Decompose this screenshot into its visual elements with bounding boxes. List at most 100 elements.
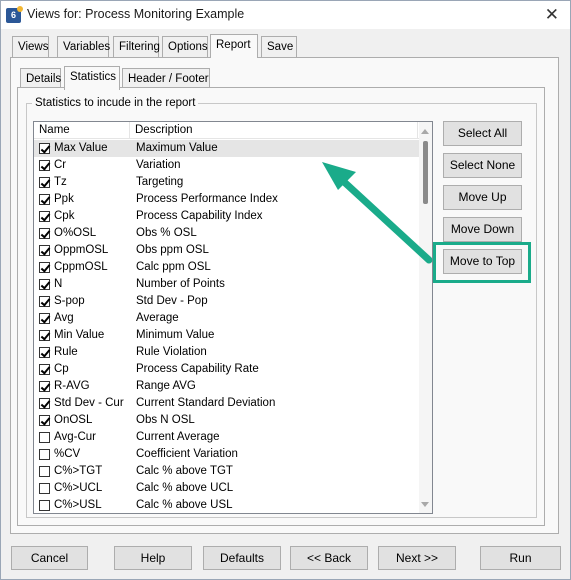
move-down-button[interactable]: Move Down [443,217,522,242]
row-checkbox[interactable] [39,432,50,443]
list-item[interactable]: Cp Process Capability Rate [34,361,419,378]
list-item[interactable]: Rule Rule Violation [34,344,419,361]
row-checkbox[interactable] [39,245,50,256]
tab-save[interactable]: Save [261,36,297,57]
row-checkbox[interactable] [39,330,50,341]
list-item[interactable]: R-AVG Range AVG [34,378,419,395]
column-header-description[interactable]: Description [130,122,418,139]
statistics-list[interactable]: Name Description Max Value Maximum Value C… [33,121,433,514]
row-checkbox[interactable] [39,177,50,188]
tab-header-footer[interactable]: Header / Footer [122,68,210,89]
list-item[interactable]: Ppk Process Performance Index [34,191,419,208]
list-item[interactable]: S-pop Std Dev - Pop [34,293,419,310]
row-checkbox[interactable] [39,228,50,239]
list-item[interactable]: %CV Coefficient Variation [34,446,419,463]
list-item[interactable]: N Number of Points [34,276,419,293]
row-checkbox[interactable] [39,279,50,290]
row-checkbox[interactable] [39,211,50,222]
row-name: Rule [54,346,78,358]
column-header-name[interactable]: Name [34,122,130,139]
row-description: Calc % above USL [136,499,233,511]
row-checkbox[interactable] [39,194,50,205]
app-logo-icon: 6 [6,6,23,23]
list-item[interactable]: Cpk Process Capability Index [34,208,419,225]
tab-report[interactable]: Report [210,34,258,58]
row-name: Tz [54,176,67,188]
run-button[interactable]: Run [480,546,561,570]
tab-statistics[interactable]: Statistics [64,66,120,90]
row-checkbox[interactable] [39,398,50,409]
list-item[interactable]: Cr Variation [34,157,419,174]
select-all-button[interactable]: Select All [443,121,522,146]
defaults-button[interactable]: Defaults [203,546,281,570]
list-item[interactable]: Min Value Minimum Value [34,327,419,344]
tab-variables[interactable]: Variables [57,36,110,57]
row-checkbox[interactable] [39,415,50,426]
row-checkbox[interactable] [39,364,50,375]
list-header: Name Description [34,122,432,139]
row-description: Obs ppm OSL [136,244,209,256]
row-checkbox[interactable] [39,347,50,358]
tab-options[interactable]: Options [162,36,208,57]
list-item[interactable]: Avg Average [34,310,419,327]
row-name: Cpk [54,210,75,222]
row-description: Minimum Value [136,329,215,341]
cancel-button[interactable]: Cancel [11,546,88,570]
list-item[interactable]: OppmOSL Obs ppm OSL [34,242,419,259]
list-item[interactable]: Max Value Maximum Value [34,140,419,157]
row-checkbox[interactable] [39,262,50,273]
row-name: C%>TGT [54,465,103,477]
row-name: Cp [54,363,69,375]
row-name: R-AVG [54,380,90,392]
row-name: C%>UCL [54,482,103,494]
list-item[interactable]: C%>UCL Calc % above UCL [34,480,419,497]
list-rows: Max Value Maximum Value Cr Variation Tz Targe… [34,140,419,513]
scrollbar-thumb[interactable] [423,141,428,204]
row-name: Ppk [54,193,74,205]
group-label: Statistics to incude in the report [32,97,199,109]
list-item[interactable]: OnOSL Obs N OSL [34,412,419,429]
list-item[interactable]: C%>TGT Calc % above TGT [34,463,419,480]
list-item[interactable]: Tz Targeting [34,174,419,191]
list-item[interactable]: C%>USL Calc % above USL [34,497,419,513]
next-button[interactable]: Next >> [378,546,456,570]
list-item[interactable]: CppmOSL Calc ppm OSL [34,259,419,276]
row-description: Rule Violation [136,346,207,358]
tab-details[interactable]: Details [20,68,61,89]
move-up-button[interactable]: Move Up [443,185,522,210]
scroll-down-arrow-icon[interactable] [421,502,429,507]
close-icon[interactable]: ✕ [545,5,559,25]
row-checkbox[interactable] [39,466,50,477]
row-checkbox[interactable] [39,449,50,460]
row-description: Maximum Value [136,142,218,154]
row-description: Process Capability Rate [136,363,259,375]
row-description: Coefficient Variation [136,448,238,460]
row-checkbox[interactable] [39,381,50,392]
list-scrollbar[interactable] [419,122,432,513]
row-description: Range AVG [136,380,196,392]
row-name: Avg [54,312,74,324]
row-description: Calc % above UCL [136,482,234,494]
scroll-up-arrow-icon[interactable] [421,129,429,134]
row-description: Variation [136,159,181,171]
list-item[interactable]: Std Dev - Cur Current Standard Deviation [34,395,419,412]
row-description: Current Average [136,431,220,443]
help-button[interactable]: Help [114,546,192,570]
list-item[interactable]: Avg-Cur Current Average [34,429,419,446]
row-checkbox[interactable] [39,143,50,154]
select-none-button[interactable]: Select None [443,153,522,178]
row-checkbox[interactable] [39,296,50,307]
list-item[interactable]: O%OSL Obs % OSL [34,225,419,242]
tab-views[interactable]: Views [12,36,49,57]
back-button[interactable]: << Back [290,546,368,570]
row-checkbox[interactable] [39,160,50,171]
row-name: O%OSL [54,227,97,239]
tab-filtering[interactable]: Filtering [113,36,160,57]
row-name: Max Value [54,142,108,154]
row-description: Calc ppm OSL [136,261,211,273]
title-bar: 6 Views for: Process Monitoring Example … [1,1,570,29]
row-checkbox[interactable] [39,483,50,494]
row-name: Cr [54,159,67,171]
row-checkbox[interactable] [39,500,50,511]
row-checkbox[interactable] [39,313,50,324]
